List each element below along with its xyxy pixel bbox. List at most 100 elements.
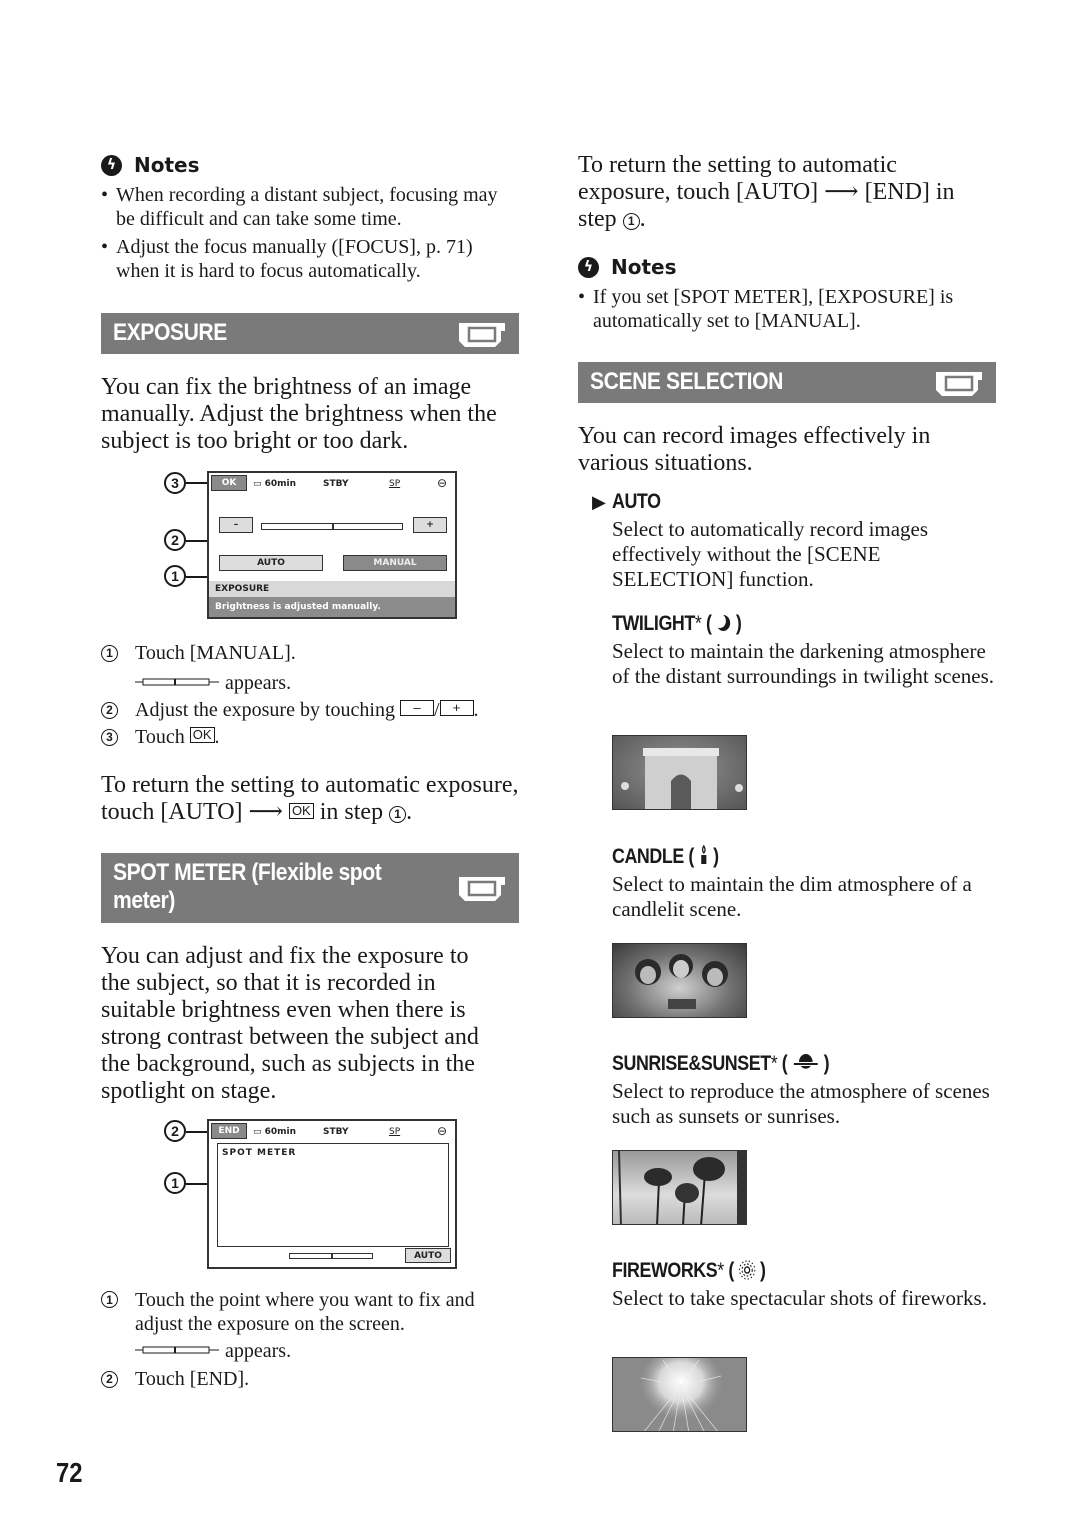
paren: (	[781, 1052, 788, 1075]
step-ref: 1	[389, 806, 407, 823]
paren: )	[713, 845, 719, 868]
notes-heading-label: Notes	[134, 153, 200, 177]
lcd-screen: OK ▭ 60min STBY SP ⊖ – + AUTO MANUAL EXP…	[207, 471, 457, 619]
scene-option-fireworks: FIREWORKS* ( ) Select to take spectacula…	[612, 1259, 996, 1311]
step-number: 1	[101, 645, 118, 662]
moon-icon	[714, 614, 731, 631]
callout-1: 1	[164, 565, 186, 587]
paren: )	[823, 1052, 830, 1075]
paren: (	[728, 1259, 734, 1282]
exposure-steps: 1 Touch [MANUAL]. appears. 2 Adjust the …	[101, 640, 519, 751]
option-description: Select to reproduce the atmosphere of sc…	[612, 1079, 990, 1128]
sunset-icon	[793, 1054, 818, 1069]
scene-option-candle: CANDLE ( ) Select to maintain the dim at…	[612, 844, 996, 922]
step-number: 3	[101, 729, 118, 746]
scene-option-twilight: TWILIGHT* ( ) Select to maintain the dar…	[612, 612, 996, 689]
page-number: 72	[56, 1457, 83, 1488]
auto-button[interactable]: AUTO	[219, 555, 323, 571]
punctuation: .	[473, 699, 479, 721]
step-subtext: appears.	[225, 1340, 292, 1362]
slider-handle[interactable]	[332, 523, 334, 530]
palm-trees-sunset-photo	[612, 1150, 747, 1225]
exposure-return-text: To return the setting to automatic expos…	[101, 772, 519, 825]
option-title: SUNRISE&SUNSET* ( )	[612, 1052, 830, 1076]
ok-key-icon: OK	[189, 727, 215, 743]
callout-2: 2	[164, 529, 186, 551]
exposure-slider[interactable]	[261, 523, 403, 530]
step-ref: 1	[622, 213, 640, 230]
arc-de-triomphe-night-photo	[612, 735, 747, 810]
option-description: Select to maintain the darkening atmosph…	[612, 639, 995, 688]
step-text: Adjust the exposure by touching	[135, 699, 395, 721]
spot-meter-touch-area[interactable]: SPOT METER	[217, 1143, 449, 1247]
step-item: 1 Touch the point where you want to fix …	[101, 1288, 519, 1363]
exposure-intro: You can fix the brightness of an image m…	[101, 374, 497, 454]
asterisk: *	[770, 1052, 778, 1075]
step-text: Touch [MANUAL].	[135, 642, 296, 664]
arrow-icon: ⟶	[248, 799, 283, 825]
step-number: 2	[101, 702, 118, 719]
option-title: CANDLE ( )	[612, 844, 719, 869]
exposure-plus-button[interactable]: +	[413, 517, 447, 533]
ok-button[interactable]: OK	[211, 475, 247, 491]
paren: (	[688, 845, 694, 868]
step-number: 1	[101, 1291, 118, 1308]
paren: (	[705, 612, 712, 635]
status-label: STBY	[323, 1127, 349, 1137]
step-text: Touch	[135, 726, 185, 748]
disc-icon: ⊖	[437, 476, 448, 490]
option-name: TWILIGHT	[612, 612, 695, 635]
scene-selection-intro: You can record images effectively in var…	[578, 423, 931, 476]
camcorder-icon	[459, 877, 505, 901]
section-title: SPOT METER (Flexible spot meter)	[113, 859, 382, 914]
scene-option-auto: ▶ AUTO Select to automatically record im…	[592, 490, 996, 592]
exposure-slider[interactable]	[289, 1253, 373, 1259]
camcorder-icon	[459, 322, 505, 347]
section-header-exposure: EXPOSURE	[101, 313, 519, 354]
mode-label: SP	[389, 1127, 401, 1137]
option-title: FIREWORKS* ( )	[612, 1259, 766, 1283]
callout-3: 3	[164, 472, 186, 494]
callout-2: 2	[164, 1120, 186, 1142]
status-label: STBY	[323, 479, 349, 489]
step-subtext: appears.	[225, 672, 292, 694]
fireworks-icon	[738, 1260, 756, 1280]
notes-heading-label: Notes	[611, 255, 677, 279]
auto-button[interactable]: AUTO	[405, 1248, 451, 1263]
ok-key-icon: OK	[288, 803, 314, 819]
asterisk: *	[717, 1259, 724, 1282]
asterisk: *	[694, 612, 702, 635]
callout-1: 1	[164, 1172, 186, 1194]
step-text: Touch [END].	[135, 1368, 250, 1390]
section-title: SCENE SELECTION	[590, 368, 783, 395]
manual-button[interactable]: MANUAL	[343, 555, 447, 571]
step-item: 2 Touch [END].	[101, 1366, 519, 1393]
option-name: SUNRISE&SUNSET	[612, 1052, 771, 1075]
paren: )	[735, 612, 742, 635]
step-text: Touch the point where you want to fix an…	[135, 1289, 475, 1335]
lcd-caption-text: Brightness is adjusted manually.	[209, 597, 455, 617]
end-button[interactable]: END	[211, 1123, 247, 1139]
step-item: 3 Touch OK.	[101, 724, 519, 751]
step-number: 2	[101, 1371, 118, 1388]
section-header-scene-selection: SCENE SELECTION	[578, 362, 996, 403]
spot-meter-steps: 1 Touch the point where you want to fix …	[101, 1288, 519, 1393]
punctuation: .	[214, 726, 220, 748]
battery-label: 60min	[264, 479, 297, 489]
option-title: TWILIGHT* ( )	[612, 612, 742, 636]
candle-icon	[700, 844, 707, 864]
lcd-screen: END ▭ 60min STBY SP ⊖ SPOT METER AUTO	[207, 1119, 457, 1269]
birthday-candle-photo	[612, 943, 747, 1018]
notes-warning-icon: ϟ	[101, 154, 122, 176]
notes-heading: ϟ Notes	[101, 153, 519, 177]
spot-meter-return-text: To return the setting to automatic expos…	[578, 152, 955, 232]
notes-block: ϟ Notes If you set [SPOT METER], [EXPOSU…	[578, 255, 996, 333]
slider-glyph-icon	[135, 667, 219, 686]
notes-block: ϟ Notes When recording a distant subject…	[101, 153, 519, 283]
lcd-caption-title: EXPOSURE	[209, 581, 455, 597]
exposure-minus-button[interactable]: –	[219, 517, 253, 533]
note-item: Adjust the focus manually ([FOCUS], p. 7…	[101, 235, 519, 283]
return-text: in step	[319, 799, 384, 825]
slider-handle[interactable]	[331, 1253, 333, 1259]
battery-indicator: ▭ 60min	[253, 479, 297, 489]
